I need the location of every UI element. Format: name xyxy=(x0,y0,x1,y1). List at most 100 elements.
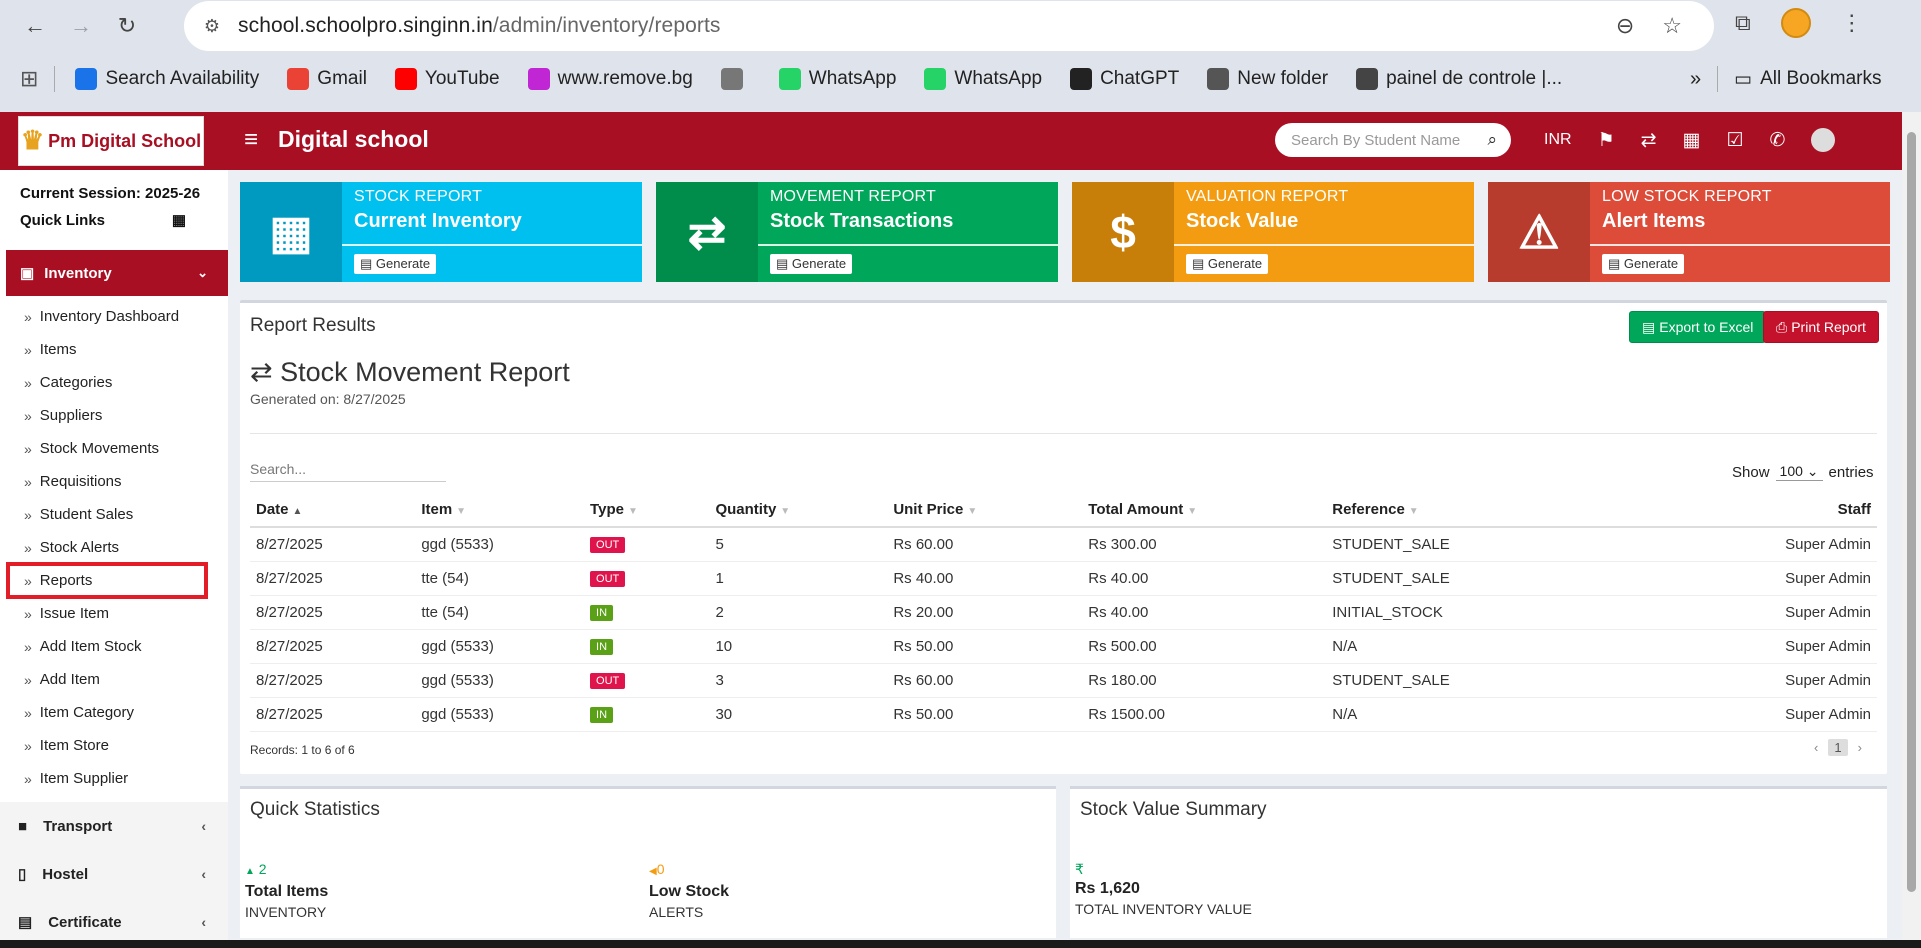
calendar-icon[interactable]: ▦ xyxy=(1683,129,1701,152)
column-header[interactable]: Quantity ▼ xyxy=(709,493,888,528)
sidebar-item[interactable]: » Item Store xyxy=(0,729,228,762)
prev-page-icon[interactable]: ‹ xyxy=(1814,740,1818,755)
sidebar-item[interactable]: » Add Item Stock xyxy=(0,630,228,663)
column-header[interactable]: Total Amount ▼ xyxy=(1082,493,1327,528)
table-cell-type: OUT xyxy=(584,663,710,698)
print-report-button[interactable]: ⎙ Print Report xyxy=(1763,311,1879,343)
column-header[interactable]: Unit Price ▼ xyxy=(887,493,1083,528)
bookmark-item[interactable]: YouTube xyxy=(394,68,500,90)
table-search-input[interactable]: Search... xyxy=(250,461,446,482)
bookmark-item[interactable]: painel de controle |... xyxy=(1356,68,1562,90)
sidebar-item[interactable]: » Stock Alerts xyxy=(0,531,228,564)
next-page-icon[interactable]: › xyxy=(1858,740,1862,755)
url-path: /admin/inventory/reports xyxy=(492,14,721,37)
pagination: ‹ 1 › xyxy=(1814,739,1862,756)
page-button[interactable]: 1 xyxy=(1828,739,1848,756)
cell-text: N/A xyxy=(1332,705,1358,723)
sidebar-item[interactable]: » Categories xyxy=(0,366,228,399)
user-avatar[interactable] xyxy=(1811,128,1836,152)
cell-text: STUDENT_SALE xyxy=(1332,535,1450,553)
sidebar-item-label: Item Store xyxy=(39,737,109,754)
forward-icon[interactable]: → xyxy=(64,9,98,43)
reload-icon[interactable]: ↻ xyxy=(110,9,144,43)
sidebar-item[interactable]: » Items xyxy=(0,333,228,366)
report-title-text: Stock Movement Report xyxy=(280,357,570,387)
certificate-icon: ▤ xyxy=(18,914,33,931)
export-label: Export to Excel xyxy=(1659,319,1754,335)
school-logo[interactable]: ♛ Pm Digital School xyxy=(18,116,204,166)
entries-length: Show 100 ⌄ entries xyxy=(1732,463,1874,481)
browser-menu-icon[interactable]: ⋮ xyxy=(1841,10,1863,36)
double-chevron-icon: » xyxy=(24,341,32,358)
column-header[interactable]: Staff xyxy=(1565,493,1877,528)
browser-chrome: ← → ↻ ⚙ school.schoolpro.singinn.in/admi… xyxy=(0,0,1921,112)
table-cell-date: 8/27/2025 xyxy=(250,595,416,630)
cell-text: 8/27/2025 xyxy=(256,603,323,621)
bookmark-item[interactable]: WhatsApp xyxy=(778,68,896,90)
sidebar-item[interactable]: » Requisitions xyxy=(0,465,228,498)
sidebar-section-inventory[interactable]: ▣ Inventory ⌄ xyxy=(6,250,228,296)
column-header[interactable]: Item ▼ xyxy=(415,493,585,528)
generate-button[interactable]: ▤ Generate xyxy=(1186,254,1269,274)
url-text[interactable]: school.schoolpro.singinn.in/admin/invent… xyxy=(238,14,721,38)
all-bookmarks[interactable]: All Bookmarks xyxy=(1760,68,1881,90)
bookmark-item[interactable]: Gmail xyxy=(287,68,367,90)
column-header[interactable]: Reference ▼ xyxy=(1326,493,1566,528)
back-icon[interactable]: ← xyxy=(18,9,52,43)
apps-icon[interactable]: ⊞ xyxy=(20,66,38,92)
menu-toggle-icon[interactable]: ≡ xyxy=(244,126,258,154)
sidebar-item[interactable]: » Item Category xyxy=(0,696,228,729)
print-icon: ⎙ xyxy=(1776,318,1788,335)
generate-button[interactable]: ▤ Generate xyxy=(770,254,853,274)
student-search-input[interactable]: Search By Student Name ⌕ xyxy=(1275,123,1511,157)
bookmark-item[interactable] xyxy=(720,68,751,90)
sidebar-item[interactable]: » Item Supplier xyxy=(0,762,228,795)
zoom-icon[interactable]: ⊖ xyxy=(1616,13,1634,39)
swap-icon[interactable]: ⇄ xyxy=(1641,129,1657,152)
generate-button[interactable]: ▤ Generate xyxy=(354,254,437,274)
search-icon[interactable]: ⌕ xyxy=(1487,130,1497,150)
tasks-icon[interactable]: ☑ xyxy=(1726,129,1743,152)
site-info-icon[interactable]: ⚙ xyxy=(194,16,230,37)
bookmark-item[interactable]: New folder xyxy=(1207,68,1328,90)
quick-links[interactable]: Quick Links ▦ xyxy=(20,207,208,234)
grid-icon[interactable]: ▦ xyxy=(172,207,186,234)
sidebar-section-certificate[interactable]: ▤ Certificate ‹ xyxy=(0,898,228,946)
column-header[interactable]: Type ▼ xyxy=(584,493,710,528)
page-scrollbar[interactable] xyxy=(1902,112,1921,940)
more-bookmarks-icon[interactable]: » xyxy=(1690,68,1701,91)
sidebar-item[interactable]: » Issue Item xyxy=(0,597,228,630)
bookmark-item[interactable]: www.remove.bg xyxy=(527,68,693,90)
sidebar-item[interactable]: » Add Item xyxy=(0,663,228,696)
cell-text: Super Admin xyxy=(1785,535,1871,553)
sidebar-item[interactable]: » Student Sales xyxy=(0,498,228,531)
extensions-icon[interactable]: ⧉ xyxy=(1735,10,1751,36)
tile-main: Stock Transactions xyxy=(770,210,954,232)
currency-selector[interactable]: INR xyxy=(1544,131,1572,149)
flag-icon[interactable]: ⚑ xyxy=(1598,129,1615,152)
profile-avatar[interactable] xyxy=(1780,8,1811,38)
sidebar-item[interactable]: » Inventory Dashboard xyxy=(0,300,228,333)
scrollbar-thumb[interactable] xyxy=(1907,132,1916,892)
generate-button[interactable]: ▤ Generate xyxy=(1602,254,1685,274)
total-items-label: Total Items xyxy=(245,883,329,900)
bookmark-star-icon[interactable]: ☆ xyxy=(1662,13,1682,39)
export-excel-button[interactable]: ▤ Export to Excel xyxy=(1629,311,1767,343)
sidebar-item[interactable]: » Stock Movements xyxy=(0,432,228,465)
quick-statistics-title: Quick Statistics xyxy=(250,799,380,820)
bookmark-item[interactable]: WhatsApp xyxy=(924,68,1042,90)
entries-select[interactable]: 100 ⌄ xyxy=(1775,463,1823,481)
tile-divider xyxy=(1174,244,1474,246)
sidebar-section-transport[interactable]: ■ Transport ‹ xyxy=(0,802,228,850)
type-badge: OUT xyxy=(590,571,626,587)
sidebar-item[interactable]: » Suppliers xyxy=(0,399,228,432)
sidebar-item[interactable]: » Reports xyxy=(6,562,208,599)
double-chevron-icon: » xyxy=(24,671,32,688)
whatsapp-icon[interactable]: ✆ xyxy=(1770,129,1786,152)
column-header[interactable]: Date ▲ xyxy=(250,493,416,528)
address-bar[interactable]: ⚙ school.schoolpro.singinn.in/admin/inve… xyxy=(184,1,1714,51)
sidebar-section-hostel[interactable]: ▯ Hostel ‹ xyxy=(0,850,228,898)
table-cell-date: 8/27/2025 xyxy=(250,561,416,596)
bookmark-item[interactable]: ChatGPT xyxy=(1070,68,1179,90)
bookmark-item[interactable]: Search Availability xyxy=(75,68,259,90)
